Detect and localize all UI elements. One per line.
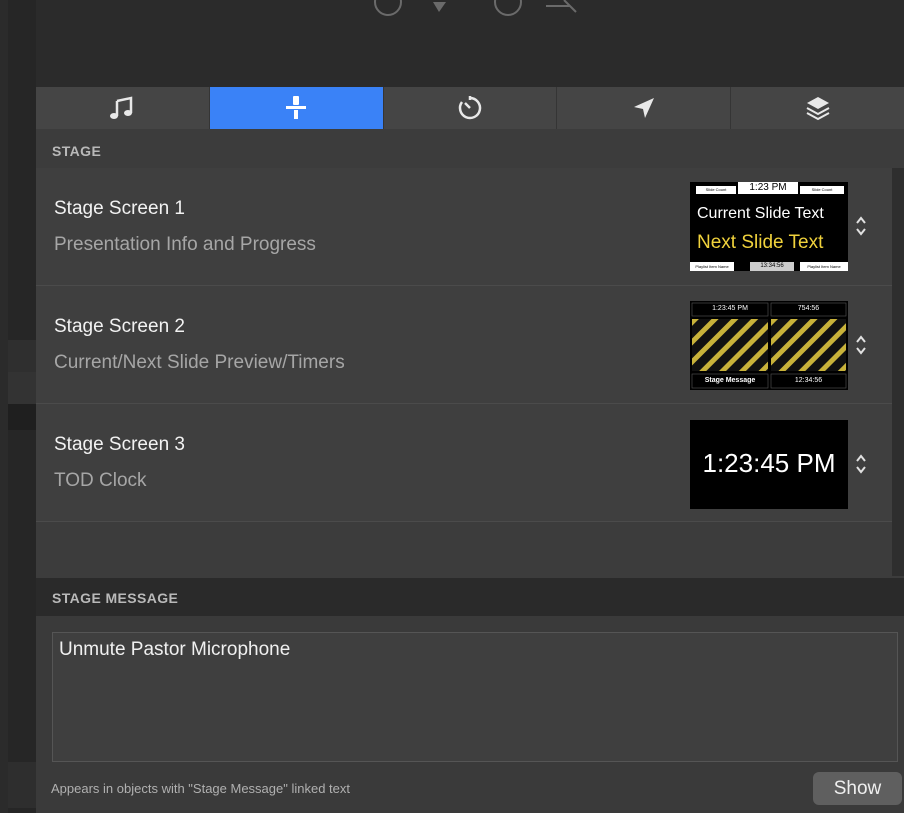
stage-screen-subtitle: TOD Clock <box>54 470 147 491</box>
stage-message-header-bar: STAGE MESSAGE <box>36 578 904 616</box>
thumb-bottom-time: 13:34:56 <box>750 262 794 271</box>
stage-screen-3-thumbnail: 1:23:45 PM <box>690 420 848 509</box>
thumb-time-left: 1:23:45 PM <box>712 305 748 312</box>
stage-screen-row-1[interactable]: Stage Screen 1 Presentation Info and Pro… <box>36 168 892 286</box>
thumb-stage-message: Stage Message <box>704 377 756 384</box>
left-window-edge <box>0 0 8 813</box>
play-icon <box>433 2 446 12</box>
next-icon <box>494 0 522 16</box>
music-note-icon <box>110 96 133 119</box>
inspector-tab-bar <box>36 87 904 129</box>
stage-message-section: Unmute Pastor Microphone Appears in obje… <box>36 616 904 813</box>
stage-list-scrollbar[interactable] <box>892 168 904 576</box>
left-panel-row <box>8 762 36 808</box>
thumb-current-slide-text: Current Slide Text <box>697 205 824 222</box>
stage-screen-title: Stage Screen 3 <box>54 434 185 455</box>
layers-icon <box>806 97 830 121</box>
show-button[interactable]: Show <box>813 772 902 805</box>
stage-screen-row-2[interactable]: Stage Screen 2 Current/Next Slide Previe… <box>36 286 892 404</box>
stage-screen-subtitle: Presentation Info and Progress <box>54 234 316 255</box>
stage-message-help-text: Appears in objects with "Stage Message" … <box>51 781 350 796</box>
forward-icon <box>546 0 577 13</box>
left-panel-row <box>8 372 36 404</box>
thumb-playlist-item-right: Playlist Item Name <box>800 262 848 271</box>
thumb-slide-count-left: Slide Count <box>696 186 736 194</box>
thumb-bottom-timer: 12:34:56 <box>794 377 823 384</box>
left-panel-divider <box>8 340 36 372</box>
stage-message-input[interactable]: Unmute Pastor Microphone <box>52 632 898 762</box>
thumb-slide-count-right: Slide Count <box>800 186 844 194</box>
thumb-time: 1:23 PM <box>738 182 798 194</box>
tab-timers[interactable] <box>384 87 558 129</box>
tab-audio[interactable] <box>36 87 210 129</box>
left-panel-row <box>8 404 36 430</box>
tab-stage[interactable] <box>209 87 384 129</box>
stage-message-section-header: STAGE MESSAGE <box>52 590 179 606</box>
location-arrow-icon <box>633 98 654 118</box>
stage-screen-title: Stage Screen 1 <box>54 198 185 219</box>
stage-screen-3-chevron-updown-icon[interactable] <box>854 452 868 476</box>
stage-screen-2-chevron-updown-icon[interactable] <box>854 333 868 357</box>
stage-screen-2-thumbnail: 1:23:45 PM 754:56 Stage Message 12:34:56 <box>690 301 848 390</box>
stage-screen-1-chevron-updown-icon[interactable] <box>854 214 868 238</box>
stage-section-header: STAGE <box>52 143 102 159</box>
stage-icon <box>286 96 307 119</box>
transport-controls <box>374 0 577 16</box>
tab-props[interactable] <box>557 87 732 129</box>
stage-screen-subtitle: Current/Next Slide Preview/Timers <box>54 352 345 373</box>
transport-bar <box>36 0 904 88</box>
stage-screen-title: Stage Screen 2 <box>54 316 185 337</box>
previous-icon <box>374 0 402 16</box>
timer-icon <box>458 96 482 120</box>
tab-layers[interactable] <box>731 87 904 129</box>
stage-screen-row-3[interactable]: Stage Screen 3 TOD Clock 1:23:45 PM <box>36 404 892 522</box>
left-panel <box>8 0 36 813</box>
thumb-next-slide-text: Next Slide Text <box>697 232 824 253</box>
stage-screen-1-thumbnail: Slide Count 1:23 PM Slide Count Current … <box>690 182 848 271</box>
thumb-time-right: 754:56 <box>797 305 820 312</box>
thumb-playlist-item-left: Playlist Item Name <box>690 262 734 271</box>
thumb-tod-clock: 1:23:45 PM <box>702 448 836 478</box>
